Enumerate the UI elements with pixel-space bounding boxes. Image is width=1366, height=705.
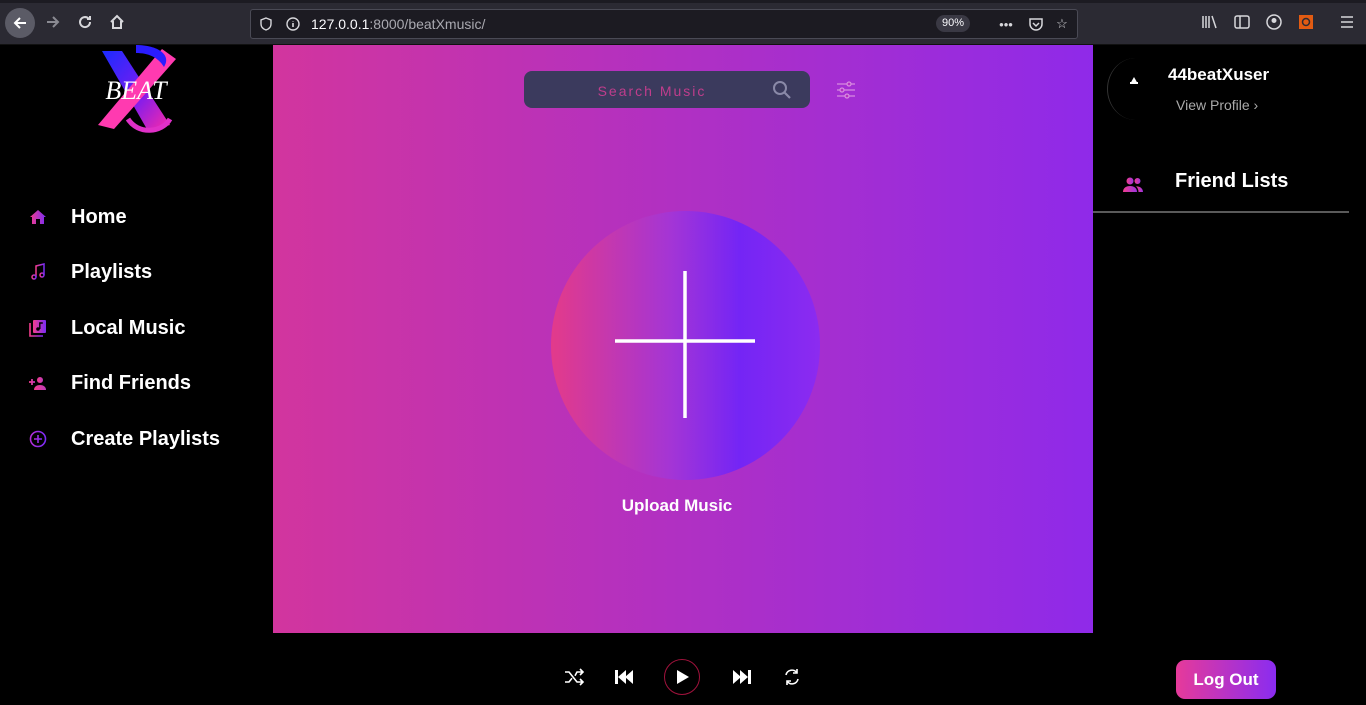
upload-music-button[interactable] [551,211,820,480]
home-icon [28,207,48,227]
library-icon[interactable] [1201,13,1219,31]
sidebar-item-label: Playlists [71,260,153,283]
forward-button[interactable] [40,9,66,35]
bookmark-star-icon[interactable]: ☆ [1053,15,1071,33]
logo-text: BEAT [105,76,168,105]
skip-previous-icon [615,670,633,684]
arrow-left-icon [13,17,26,29]
next-button[interactable] [730,665,754,689]
browser-toolbar: 127.0.0.1:8000/beatXmusic/ 90% ••• ☆ [0,0,1366,45]
add-circle-icon [28,429,48,449]
search-box[interactable] [524,71,810,110]
friend-lists-title: Friend Lists [1175,170,1289,192]
music-note-icon [28,262,48,282]
url-path: :8000/beatXmusic/ [369,16,486,32]
repeat-button[interactable] [780,665,804,689]
info-icon[interactable] [284,15,302,33]
people-icon [1123,177,1143,192]
avatar-image-icon [1130,77,1138,84]
home-button[interactable] [104,9,130,35]
sidebar-item-label: Local Music [71,316,186,339]
back-button[interactable] [5,8,35,38]
view-profile-link[interactable]: View Profile › [1176,97,1258,113]
arrow-right-icon [47,16,60,28]
repeat-icon [785,669,799,685]
sidebar-item-find-friends[interactable]: Find Friends [28,367,191,399]
sidebar-item-create-playlists[interactable]: Create Playlists [28,423,220,455]
player-bar: Log Out [0,635,1366,705]
more-actions-icon[interactable]: ••• [997,15,1015,33]
search-input[interactable] [536,71,768,110]
sidebar-toggle-icon[interactable] [1233,13,1251,31]
shuffle-button[interactable] [562,665,586,689]
hamburger-menu-icon[interactable] [1338,13,1356,31]
left-sidebar: BEAT Home Playlists Local Music Find Fri… [0,45,273,635]
friend-lists-header[interactable]: Friend Lists [1093,163,1349,213]
library-music-icon [28,318,48,338]
logout-button[interactable]: Log Out [1176,660,1276,699]
main-content: Upload Music [273,45,1093,633]
upload-music-label: Upload Music [621,496,733,515]
shuffle-icon [565,668,585,686]
person-add-icon [28,373,48,393]
beatx-logo[interactable]: BEAT [88,45,184,135]
play-button[interactable] [664,659,700,695]
sidebar-item-local-music[interactable]: Local Music [28,312,185,344]
play-icon [677,670,689,684]
sidebar-item-playlists[interactable]: Playlists [28,256,152,288]
right-panel: 44beatXuser View Profile › Friend Lists [1093,45,1366,635]
tab-strip [0,0,1366,3]
plus-icon [615,271,755,418]
username: 44beatXuser [1168,65,1270,84]
url-text[interactable]: 127.0.0.1:8000/beatXmusic/ [311,16,485,32]
sidebar-item-label: Create Playlists [71,427,220,450]
account-icon[interactable] [1265,13,1283,31]
reload-button[interactable] [72,9,98,35]
filter-settings-icon[interactable] [834,78,858,102]
avatar[interactable] [1107,58,1164,120]
reload-icon [79,16,92,29]
skip-next-icon [733,670,751,684]
pocket-icon[interactable] [1027,15,1045,33]
house-icon [110,14,124,29]
sidebar-item-label: Home [71,205,127,228]
sidebar-item-label: Find Friends [71,371,191,394]
sidebar-item-home[interactable]: Home [28,201,127,233]
shield-icon[interactable] [257,15,275,33]
previous-button[interactable] [612,665,636,689]
zoom-badge[interactable]: 90% [936,15,971,32]
address-bar[interactable]: 127.0.0.1:8000/beatXmusic/ 90% ••• ☆ [250,9,1078,39]
url-host: 127.0.0.1 [311,16,370,32]
extension-icon[interactable] [1297,13,1315,31]
search-icon[interactable] [772,80,792,100]
